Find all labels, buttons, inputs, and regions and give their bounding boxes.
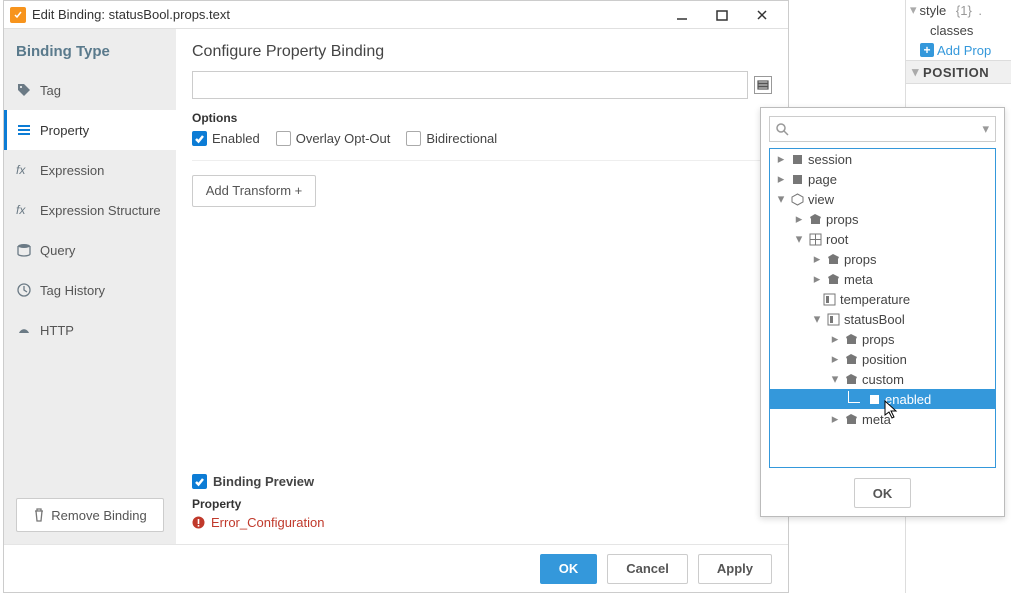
tree-node-statusBool[interactable]: ▾statusBool [770, 309, 995, 329]
tree-node-root[interactable]: ▾root [770, 229, 995, 249]
popup-ok-button[interactable]: OK [854, 478, 912, 508]
sidebar-header: Binding Type [4, 29, 176, 70]
remove-binding-button[interactable]: Remove Binding [16, 498, 164, 532]
property-picker-button[interactable] [754, 76, 772, 94]
plus-icon: + [920, 43, 934, 57]
position-section-header[interactable]: ▾POSITION [906, 60, 1011, 84]
tree-node-temperature[interactable]: temperature [770, 289, 995, 309]
nav-property[interactable]: Property [4, 110, 176, 150]
property-picker-popup: ▾ ▸session ▸page ▾view ▸props ▾root ▸pro… [760, 107, 1005, 517]
property-path-input[interactable] [192, 71, 748, 99]
inspector-classes-row[interactable]: classes [906, 20, 1011, 40]
tree-node-sb-meta[interactable]: ▸meta [770, 409, 995, 429]
tree-node-sb-position[interactable]: ▸position [770, 349, 995, 369]
close-button[interactable] [742, 4, 782, 26]
dialog-footer: OK Cancel Apply [4, 544, 788, 592]
trash-icon [33, 508, 45, 522]
options-row: Enabled Overlay Opt-Out Bidirectional [192, 131, 772, 161]
nav-tag[interactable]: Tag [4, 70, 176, 110]
preview-property-label: Property [192, 497, 772, 511]
tree-node-props[interactable]: ▸props [770, 209, 995, 229]
tree-node-session[interactable]: ▸session [770, 149, 995, 169]
titlebar: Edit Binding: statusBool.props.text [4, 1, 788, 29]
cancel-button[interactable]: Cancel [607, 554, 688, 584]
apply-button[interactable]: Apply [698, 554, 772, 584]
bidirectional-checkbox[interactable]: Bidirectional [406, 131, 497, 146]
nav-query[interactable]: Query [4, 230, 176, 270]
tree-node-page[interactable]: ▸page [770, 169, 995, 189]
search-input[interactable] [793, 122, 978, 137]
add-property-button[interactable]: +Add Prop [906, 40, 1011, 60]
options-label: Options [192, 111, 772, 125]
nav-tag-history[interactable]: Tag History [4, 270, 176, 310]
main-panel: Configure Property Binding Options Enabl… [176, 29, 788, 544]
ok-button[interactable]: OK [540, 554, 598, 584]
dialog-body: Binding Type Tag Property fxExpression f… [4, 29, 788, 544]
add-transform-button[interactable]: Add Transform + [192, 175, 316, 207]
minimize-button[interactable] [662, 4, 702, 26]
popup-search[interactable]: ▾ [769, 116, 996, 142]
tree-node-sb-custom[interactable]: ▾custom [770, 369, 995, 389]
preview-checkbox[interactable] [192, 474, 207, 489]
app-icon [10, 7, 26, 23]
edit-binding-dialog: Edit Binding: statusBool.props.text Bind… [3, 0, 789, 593]
tree-node-root-meta[interactable]: ▸meta [770, 269, 995, 289]
tree-node-view[interactable]: ▾view [770, 189, 995, 209]
fx-icon: fx [16, 203, 32, 217]
overlay-optout-checkbox[interactable]: Overlay Opt-Out [276, 131, 391, 146]
tree-node-enabled[interactable]: enabled [770, 389, 995, 409]
tree-node-sb-props[interactable]: ▸props [770, 329, 995, 349]
main-header: Configure Property Binding [192, 43, 772, 61]
preview-error: Error_Configuration [192, 515, 772, 530]
maximize-button[interactable] [702, 4, 742, 26]
tree-node-root-props[interactable]: ▸props [770, 249, 995, 269]
property-tree[interactable]: ▸session ▸page ▾view ▸props ▾root ▸props… [769, 148, 996, 468]
search-icon [776, 123, 789, 136]
inspector-style-row[interactable]: ▾style {1} . [906, 0, 1011, 20]
enabled-checkbox[interactable]: Enabled [192, 131, 260, 146]
nav-expression-structure[interactable]: fxExpression Structure [4, 190, 176, 230]
fx-icon: fx [16, 163, 32, 177]
nav-expression[interactable]: fxExpression [4, 150, 176, 190]
error-icon [192, 516, 205, 529]
nav-http[interactable]: HTTP [4, 310, 176, 350]
binding-type-sidebar: Binding Type Tag Property fxExpression f… [4, 29, 176, 544]
dialog-title: Edit Binding: statusBool.props.text [32, 7, 662, 22]
binding-preview-section: Binding Preview Property Error_Configura… [192, 474, 772, 530]
